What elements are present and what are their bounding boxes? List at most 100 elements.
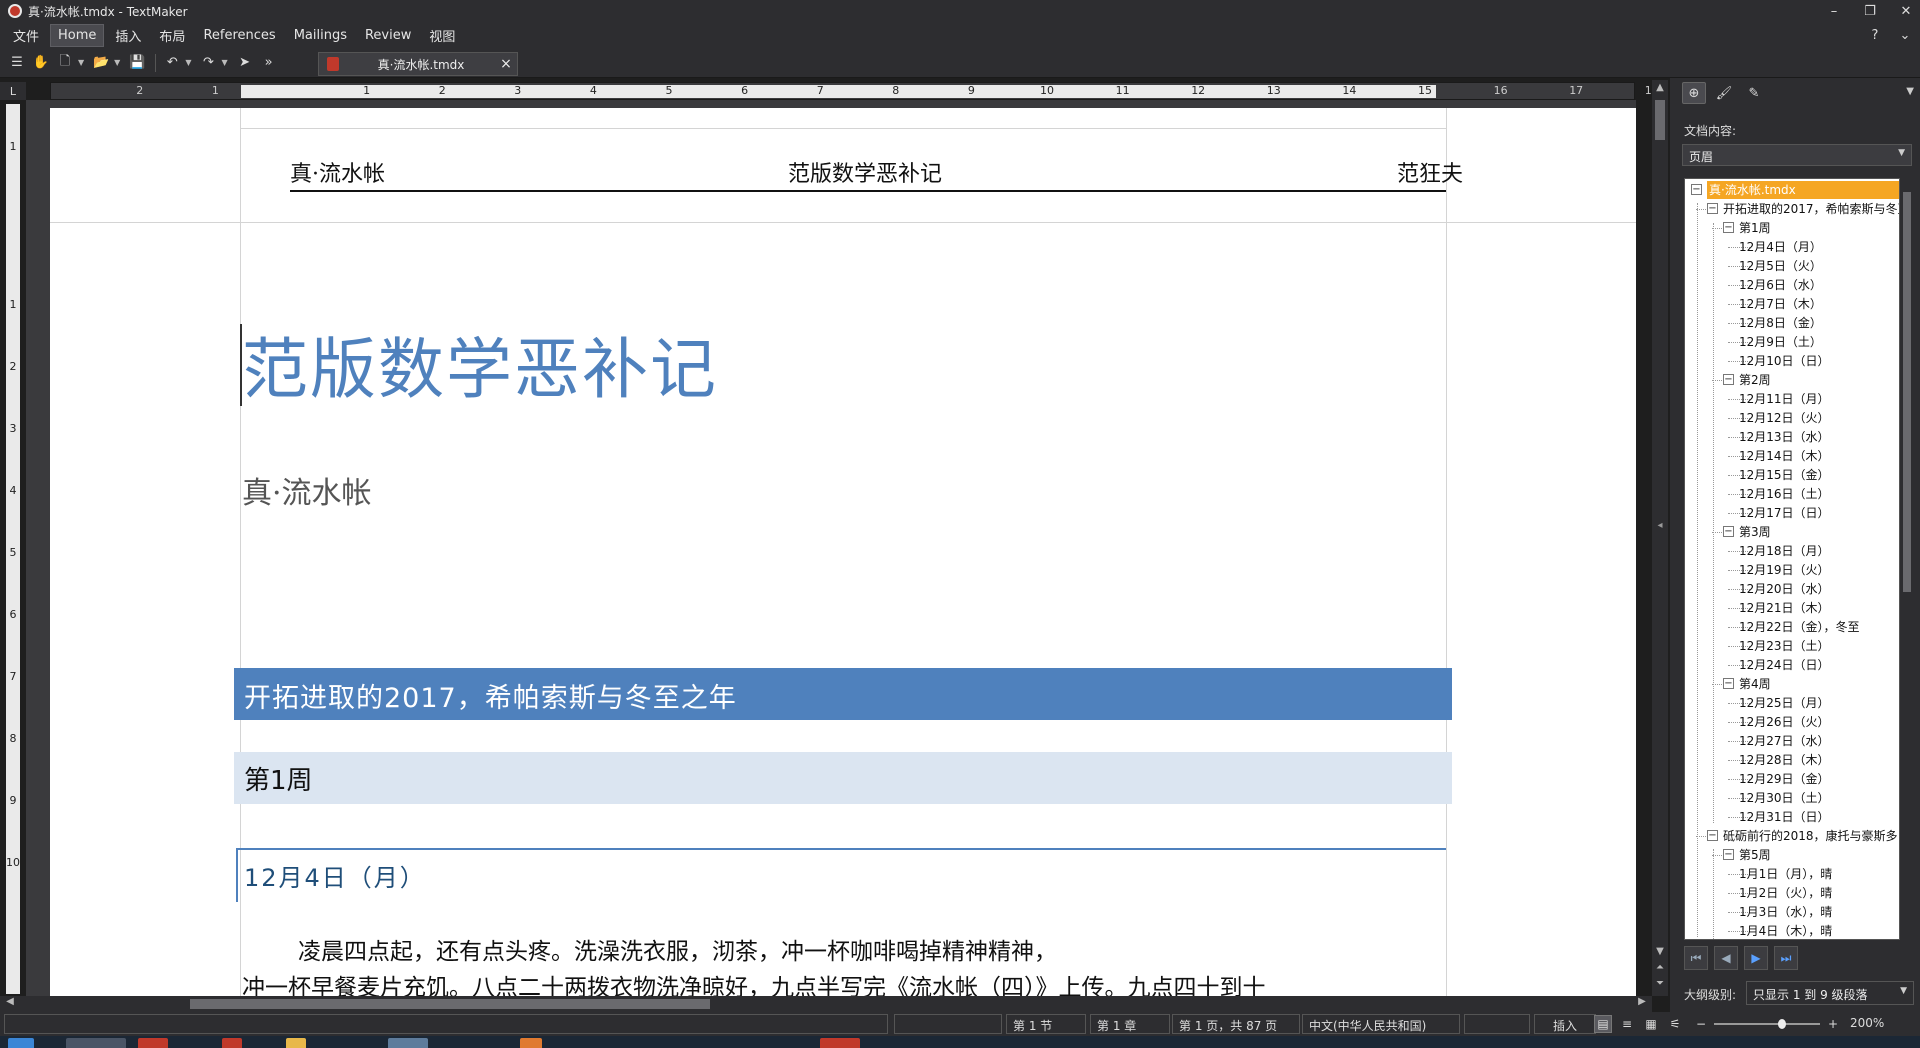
outline-item[interactable]: 12月31日（日） xyxy=(1739,808,1830,826)
outline-item-selected[interactable]: 真·流水帐.tmdx xyxy=(1707,181,1899,199)
taskbar-app-icon[interactable] xyxy=(520,1038,542,1048)
vertical-scroll-thumb[interactable] xyxy=(1655,100,1665,140)
header-left-text[interactable]: 真·流水帐 xyxy=(290,156,385,188)
outline-item[interactable]: 12月23日（土） xyxy=(1739,637,1830,655)
new-document-icon[interactable]: 🗋 xyxy=(54,52,76,74)
outline-item[interactable]: 12月18日（月） xyxy=(1739,542,1830,560)
outline-item[interactable]: 12月11日（月） xyxy=(1739,390,1830,408)
scroll-right-icon[interactable]: ▶ xyxy=(1634,996,1650,1012)
status-chapter[interactable]: 第 1 章 xyxy=(1090,1014,1170,1034)
status-insert-mode[interactable]: 插入 xyxy=(1534,1014,1596,1034)
menu-mailings[interactable]: Mailings xyxy=(287,25,354,46)
menu-view[interactable]: 视图 xyxy=(422,23,462,48)
undo-icon[interactable]: ↶ xyxy=(161,52,183,74)
taskbar-textmaker-icon[interactable] xyxy=(138,1038,168,1048)
outline-item[interactable]: 12月27日（水） xyxy=(1739,732,1830,750)
heading-1[interactable]: 开拓进取的2017，希帕索斯与冬至之年 xyxy=(234,668,1452,720)
outline-view-icon[interactable]: ▦ xyxy=(1642,1015,1660,1033)
outline-item[interactable]: 12月14日（木） xyxy=(1739,447,1830,465)
outline-item[interactable]: 1月2日（火），晴 xyxy=(1739,884,1832,902)
outline-item[interactable]: 12月29日（金） xyxy=(1739,770,1830,788)
menu-layout[interactable]: 布局 xyxy=(152,23,192,48)
close-icon[interactable]: ✕ xyxy=(1892,0,1920,22)
outline-scroll-thumb[interactable] xyxy=(1903,192,1911,592)
zoom-slider[interactable] xyxy=(1714,1023,1820,1025)
collapse-toggle-icon[interactable]: − xyxy=(1723,678,1734,689)
brush-icon[interactable]: 🖌 xyxy=(1712,82,1736,104)
redo-dropdown-icon[interactable]: ▼ xyxy=(221,58,227,67)
outline-item[interactable]: 12月13日（水） xyxy=(1739,428,1830,446)
collapse-toggle-icon[interactable]: − xyxy=(1707,830,1718,841)
next-icon[interactable]: ▶ xyxy=(1744,946,1768,970)
hand-icon[interactable]: ✋ xyxy=(30,52,52,74)
next-page-icon[interactable]: ⏷ xyxy=(1652,978,1668,989)
help-icon[interactable]: ? xyxy=(1860,28,1890,43)
taskbar-app-icon[interactable] xyxy=(820,1038,860,1048)
document-title[interactable]: 范版数学恶补记 xyxy=(242,316,718,412)
page-view-icon[interactable]: ▤ xyxy=(1594,1015,1612,1033)
outline-item[interactable]: 12月20日（水） xyxy=(1739,580,1830,598)
restore-icon[interactable]: ❐ xyxy=(1856,0,1884,22)
open-folder-icon[interactable]: 📂 xyxy=(90,52,112,74)
outline-item[interactable]: 第1周 xyxy=(1739,219,1771,237)
paragraph-line-1[interactable]: 凌晨四点起，还有点头疼。洗澡洗衣服，沏茶，冲一杯咖啡喝掉精神精神， xyxy=(298,932,1057,966)
ribbon-toggle-icon[interactable]: ⌄ xyxy=(1890,28,1920,43)
format-icon[interactable]: ✎ xyxy=(1742,82,1766,104)
outline-item[interactable]: 12月5日（火） xyxy=(1739,257,1822,275)
document-content-select[interactable]: 页眉 ▼ xyxy=(1682,144,1912,166)
taskbar-app-icon[interactable] xyxy=(222,1038,242,1048)
outline-item[interactable]: 12月21日（木） xyxy=(1739,599,1830,617)
outline-item[interactable]: 12月15日（金） xyxy=(1739,466,1830,484)
zoom-in-icon[interactable]: + xyxy=(1824,1015,1842,1033)
heading-2[interactable]: 第1周 xyxy=(234,752,1452,804)
collapse-toggle-icon[interactable]: − xyxy=(1723,374,1734,385)
paragraph-line-2[interactable]: 冲一杯早餐麦片充饥。八点二十两拨衣物洗净晾好，九点半写完《流水帐（四）》上传。九… xyxy=(242,968,1266,996)
outline-item[interactable]: 第2周 xyxy=(1739,371,1771,389)
document-page[interactable]: 真·流水帐 范版数学恶补记 范狂夫 范版数学恶补记 真·流水帐 开拓进取的201… xyxy=(50,108,1636,996)
outline-item[interactable]: 12月16日（土） xyxy=(1739,485,1830,503)
open-dropdown-icon[interactable]: ▼ xyxy=(114,58,120,67)
outline-item[interactable]: 12月28日（木） xyxy=(1739,751,1830,769)
outline-tree[interactable]: − 真·流水帐.tmdx − 开拓进取的2017，希帕索斯与冬至 − 第1周 12月4日（月… xyxy=(1684,178,1900,940)
scroll-left-icon[interactable]: ◀ xyxy=(2,996,18,1012)
tab-stop-selector[interactable]: L xyxy=(0,82,26,100)
document-tab[interactable]: 真·流水帐.tmdx × xyxy=(318,52,518,76)
redo-icon[interactable]: ↷ xyxy=(197,52,219,74)
outline-item[interactable]: 开拓进取的2017，希帕索斯与冬至 xyxy=(1723,200,1899,218)
sidebar-menu-icon[interactable]: ▼ xyxy=(1906,86,1914,97)
outline-item[interactable]: 12月17日（日） xyxy=(1739,504,1830,522)
outline-item[interactable]: 12月30日（土） xyxy=(1739,789,1830,807)
outline-item[interactable]: 1月3日（水），晴 xyxy=(1739,903,1832,921)
status-page[interactable]: 第 1 页，共 87 页 xyxy=(1172,1014,1300,1034)
outline-item[interactable]: 砥砺前行的2018，康托与豪斯多 xyxy=(1723,827,1898,845)
menu-insert[interactable]: 插入 xyxy=(108,23,148,48)
more-tools-icon[interactable]: » xyxy=(258,52,280,74)
textmaker-icon[interactable] xyxy=(8,4,22,18)
zoom-slider-thumb[interactable] xyxy=(1778,1019,1786,1029)
outline-item[interactable]: 1月4日（木），晴 xyxy=(1739,922,1832,939)
master-page-view-icon[interactable]: ⚟ xyxy=(1666,1015,1684,1033)
minimize-icon[interactable]: – xyxy=(1820,0,1848,22)
outline-item[interactable]: 12月25日（月） xyxy=(1739,694,1830,712)
menu-home[interactable]: Home xyxy=(50,23,105,47)
zoom-out-icon[interactable]: − xyxy=(1692,1015,1710,1033)
start-icon[interactable] xyxy=(8,1038,34,1048)
hamburger-icon[interactable]: ☰ xyxy=(6,52,28,74)
outline-item[interactable]: 第4周 xyxy=(1739,675,1771,693)
save-icon[interactable]: 💾 xyxy=(126,52,148,74)
outline-item[interactable]: 12月19日（火） xyxy=(1739,561,1830,579)
outline-item[interactable]: 第3周 xyxy=(1739,523,1771,541)
document-vertical-scrollbar[interactable]: ▲ ◂ ▼ ⏶ ⏷ xyxy=(1652,80,1668,996)
document-horizontal-scrollbar[interactable]: ◀ ▶ xyxy=(0,996,1652,1012)
previous-icon[interactable]: ◀ xyxy=(1714,946,1738,970)
status-language[interactable]: 中文(中华人民共和国) xyxy=(1302,1014,1460,1034)
outline-item[interactable]: 12月8日（金） xyxy=(1739,314,1822,332)
outline-item[interactable]: 12月26日（火） xyxy=(1739,713,1830,731)
scroll-up-icon[interactable]: ▲ xyxy=(1652,82,1668,93)
taskbar-app-icon[interactable] xyxy=(66,1038,126,1048)
collapse-toggle-icon[interactable]: − xyxy=(1723,849,1734,860)
horizontal-scroll-thumb[interactable] xyxy=(190,999,710,1009)
collapse-toggle-icon[interactable]: − xyxy=(1723,222,1734,233)
outline-item[interactable]: 12月12日（火） xyxy=(1739,409,1830,427)
document-subtitle[interactable]: 真·流水帐 xyxy=(242,468,372,512)
